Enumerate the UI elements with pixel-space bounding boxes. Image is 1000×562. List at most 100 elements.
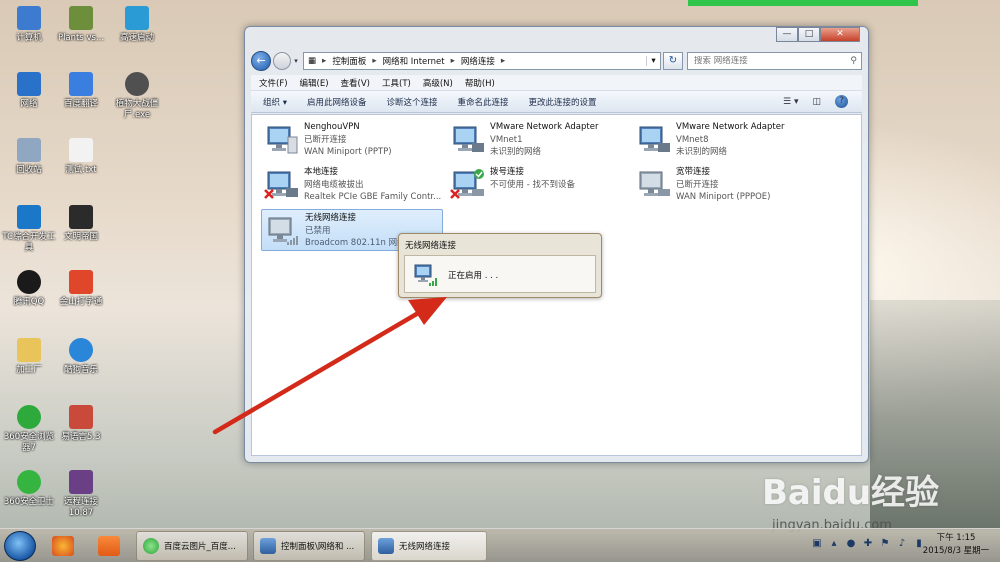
taskbar-button-label: 百度云图片_百度... <box>164 542 236 552</box>
connection-device: WAN Miniport (PPPOE) <box>676 192 771 202</box>
desktop-icon-pvz-exe[interactable]: 植物大战僵尸.exe <box>108 72 166 121</box>
qq-tray-icon[interactable]: ● <box>845 537 857 550</box>
enable-device-button[interactable]: 启用此网络设备 <box>307 96 367 108</box>
connection-item[interactable]: VMware Network Adapter VMnet8 未识别的网络 <box>633 119 815 161</box>
taskbar-button-wireless[interactable]: 无线网络连接 <box>371 531 487 561</box>
desktop-icon-typing[interactable]: 金山打字通 <box>52 270 110 308</box>
menu-view[interactable]: 查看(V) <box>341 77 370 89</box>
app-quicklaunch-icon[interactable] <box>98 536 120 556</box>
address-bar[interactable]: ▦ ▸ 控制面板 ▸ 网络和 Internet ▸ 网络连接 ▸ ▾ <box>303 52 661 70</box>
desktop-icon-kugou[interactable]: 酷狗音乐 <box>52 338 110 376</box>
connection-name: 无线网络连接 <box>305 213 357 223</box>
change-settings-button[interactable]: 更改此连接的设置 <box>529 96 597 108</box>
taskbar-button-baidu-cloud[interactable]: 百度云图片_百度... <box>136 531 248 561</box>
taskbar-button-control-panel[interactable]: 控制面板\网络和 ... <box>253 531 365 561</box>
browser-quicklaunch-icon[interactable] <box>52 536 74 556</box>
desktop-icon-test-txt[interactable]: 测试.txt <box>52 138 110 176</box>
desktop-icon-fast-start[interactable]: 高速启动 <box>108 6 166 44</box>
connection-name: 本地连接 <box>304 167 339 177</box>
help-icon[interactable]: ? <box>835 95 848 108</box>
connection-name: NenghouVPN <box>304 122 360 132</box>
kugou-icon <box>69 338 93 362</box>
menu-advanced[interactable]: 高级(N) <box>423 77 453 89</box>
connection-status: VMnet8 <box>676 134 709 145</box>
connection-item[interactable]: 宽带连接 已断开连接 WAN Miniport (PPPOE) <box>633 164 815 206</box>
menu-tools[interactable]: 工具(T) <box>382 77 411 89</box>
menu-file[interactable]: 文件(F) <box>259 77 288 89</box>
connection-item[interactable]: VMware Network Adapter VMnet1 未识别的网络 <box>447 119 629 161</box>
desktop-icon-folder[interactable]: 加工厂 <box>0 338 58 376</box>
chevron-right-icon: ▸ <box>372 56 377 66</box>
minimize-button[interactable]: — <box>776 27 798 42</box>
system-tray: ▣ ▴ ● ✚ ⚑ ♪ ▮ <box>811 537 930 550</box>
desktop-icon-network[interactable]: 网络 <box>0 72 58 110</box>
rename-button[interactable]: 重命名此连接 <box>458 96 509 108</box>
organize-button[interactable]: 组织 ▾ <box>263 96 287 108</box>
remote-icon <box>69 470 93 494</box>
desktop-icon-remote[interactable]: 远程连接10.87 <box>52 470 110 519</box>
dialog-title: 无线网络连接 <box>405 241 457 251</box>
wireless-network-icon <box>414 264 437 286</box>
search-input[interactable] <box>694 56 834 66</box>
network-tray-icon[interactable]: ▣ <box>811 537 823 550</box>
menu-help[interactable]: 帮助(H) <box>465 77 495 89</box>
refresh-button[interactable]: ↻ <box>663 52 683 70</box>
network-adapter-icon <box>639 126 670 152</box>
chevron-up-icon[interactable]: ▴ <box>828 537 840 550</box>
clock-time: 下午 1:15 <box>936 533 976 543</box>
start-button[interactable] <box>4 531 36 561</box>
watermark-logo: Baidu经验 <box>762 473 940 513</box>
control-panel-folder-icon: ▦ <box>308 56 317 66</box>
desktop-icon-civilization[interactable]: 文明帝国 <box>52 205 110 243</box>
clock[interactable]: 下午 1:15 2015/8/3 星期一 <box>916 532 996 558</box>
volume-icon[interactable]: ♪ <box>896 537 908 550</box>
history-dropdown-icon[interactable]: ▾ <box>291 57 301 65</box>
connection-status: 已断开连接 <box>676 179 719 190</box>
network-icon <box>17 72 41 96</box>
window-controls: — □ ✕ <box>776 27 860 42</box>
security-tray-icon[interactable]: ✚ <box>862 537 874 550</box>
diagnose-button[interactable]: 诊断这个连接 <box>386 96 437 108</box>
top-green-strip <box>688 0 918 6</box>
desktop-icon-tc-tool[interactable]: TC综合开发工具 <box>0 205 58 254</box>
taskbar-button-label: 无线网络连接 <box>399 542 451 552</box>
connection-device: 未识别的网络 <box>490 147 542 157</box>
recycle-bin-icon <box>17 138 41 162</box>
desktop-icon-plants-vs[interactable]: Plants vs... <box>52 6 110 44</box>
connection-item[interactable]: NenghouVPN 已断开连接 WAN Miniport (PPTP) <box>261 119 443 161</box>
typing-icon <box>69 270 93 294</box>
taskbar-button-label: 控制面板\网络和 ... <box>281 542 355 552</box>
menu-edit[interactable]: 编辑(E) <box>300 77 329 89</box>
connection-item[interactable]: 拨号连接 不可使用 - 找不到设备 <box>447 164 629 206</box>
maximize-button[interactable]: □ <box>798 27 820 42</box>
close-button[interactable]: ✕ <box>820 27 860 42</box>
search-icon[interactable]: ⚲ <box>850 56 857 66</box>
enabling-dialog: 无线网络连接 正在启用 . . . <box>398 233 602 298</box>
breadcrumb-network-connections[interactable]: 网络连接 <box>461 55 495 67</box>
forward-button[interactable] <box>273 52 291 70</box>
translate-icon <box>69 72 93 96</box>
back-button[interactable]: ← <box>251 51 271 71</box>
civilization-icon <box>69 205 93 229</box>
connection-name: 拨号连接 <box>490 167 525 177</box>
breadcrumb-control-panel[interactable]: 控制面板 <box>332 55 366 67</box>
desktop-icon-recycle-bin[interactable]: 回收站 <box>0 138 58 176</box>
dialog-status: 正在启用 . . . <box>448 271 499 281</box>
preview-pane-icon[interactable]: ◫ <box>812 97 821 107</box>
desktop-icon-computer[interactable]: 计算机 <box>0 6 58 44</box>
computer-icon <box>17 6 41 30</box>
chevron-right-icon: ▸ <box>322 56 327 66</box>
desktop-icon-easy-language[interactable]: 易语言5.3 <box>52 405 110 443</box>
tc-tool-icon <box>17 205 41 229</box>
connection-item[interactable]: 本地连接 网络电缆被拔出 Realtek PCIe GBE Family Contr… <box>261 164 443 206</box>
breadcrumb-network-internet[interactable]: 网络和 Internet <box>383 55 445 67</box>
desktop-icon-qq[interactable]: 腾讯QQ <box>0 270 58 308</box>
desktop-icon-360-browser[interactable]: 360安全浏览器7 <box>0 405 58 454</box>
desktop-icon-360-safe[interactable]: 360安全卫士 <box>0 470 58 508</box>
text-file-icon <box>69 138 93 162</box>
connection-status: 网络电缆被拔出 <box>304 179 364 190</box>
chevron-down-icon[interactable]: ▾ <box>646 56 660 66</box>
flag-icon[interactable]: ⚑ <box>879 537 891 550</box>
view-options-icon[interactable]: ☰ ▾ <box>783 97 798 107</box>
desktop-icon-baidu-translate[interactable]: 百度翻译 <box>52 72 110 110</box>
